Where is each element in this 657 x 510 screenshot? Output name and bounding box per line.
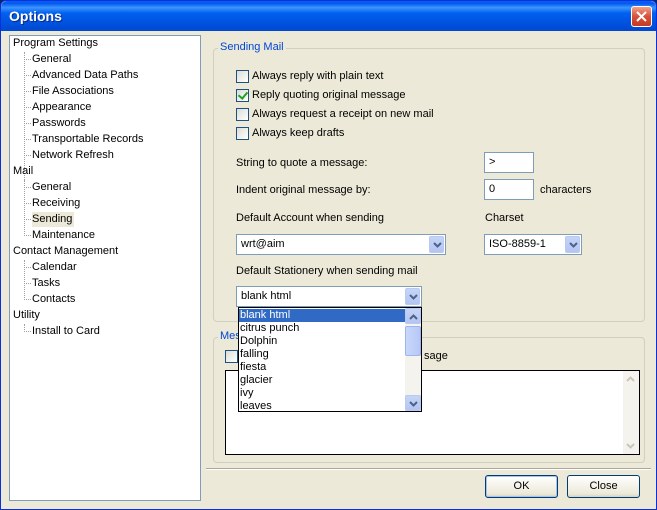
close-button[interactable]: Close — [567, 475, 640, 498]
window-title: Options — [9, 8, 62, 24]
tree-item-program-settings[interactable]: Program Settings — [13, 36, 98, 51]
options-window: Options Program Settings General Advance… — [0, 0, 657, 510]
tree-item-file-associations[interactable]: File Associations — [32, 84, 114, 99]
plain-text-reply-label: Always reply with plain text — [252, 70, 384, 82]
default-account-select[interactable]: wrt@aim — [236, 234, 446, 255]
scroll-up-button[interactable] — [405, 308, 421, 324]
stationery-option[interactable]: blank html — [239, 309, 406, 322]
scroll-down-icon — [626, 443, 635, 449]
default-stationery-dropdown-button[interactable] — [405, 288, 420, 305]
stationery-option[interactable]: citrus punch — [239, 322, 406, 335]
settings-tree[interactable]: Program Settings General Advanced Data P… — [9, 35, 201, 501]
message-scrollbar[interactable] — [623, 371, 639, 454]
tree-item-sending[interactable]: Sending — [32, 212, 75, 227]
tree-item-maintenance[interactable]: Maintenance — [32, 228, 95, 243]
tree-item-general[interactable]: General — [32, 52, 71, 67]
keep-drafts-checkbox[interactable] — [236, 127, 249, 140]
stationery-list-scrollbar[interactable] — [405, 308, 421, 411]
tree-item-network-refresh[interactable]: Network Refresh — [32, 148, 114, 163]
tree-item-install-to-card[interactable]: Install to Card — [32, 324, 100, 339]
scroll-thumb[interactable] — [405, 326, 421, 356]
quote-string-input[interactable]: > — [484, 152, 534, 173]
default-stationery-label: Default Stationery when sending mail — [236, 265, 418, 277]
request-receipt-checkbox[interactable] — [236, 108, 249, 121]
stationery-option[interactable]: ivy — [239, 387, 406, 400]
indent-input[interactable]: 0 — [484, 179, 534, 200]
keep-drafts-label: Always keep drafts — [252, 127, 345, 139]
stationery-option[interactable]: falling — [239, 348, 406, 361]
tree-item-mail-general[interactable]: General — [32, 180, 71, 195]
chevron-down-icon — [433, 242, 442, 248]
tree-item-transportable-records[interactable]: Transportable Records — [32, 132, 143, 147]
default-account-value: wrt@aim — [241, 238, 285, 250]
charset-select[interactable]: ISO-8859-1 — [484, 234, 582, 255]
tree-item-advanced-data-paths[interactable]: Advanced Data Paths — [32, 68, 138, 83]
stationery-option[interactable]: fiesta — [239, 361, 406, 374]
indent-unit-label: characters — [540, 184, 592, 196]
reply-quoting-checkbox[interactable] — [236, 89, 249, 102]
default-account-label: Default Account when sending — [236, 212, 384, 224]
tree-item-tasks[interactable]: Tasks — [32, 276, 60, 291]
default-stationery-select[interactable]: blank html — [236, 286, 422, 307]
button-divider — [206, 468, 651, 470]
ok-button[interactable]: OK — [485, 475, 558, 498]
indent-label: Indent original message by: — [236, 184, 371, 196]
tree-item-passwords[interactable]: Passwords — [32, 116, 86, 131]
tree-item-receiving[interactable]: Receiving — [32, 196, 80, 211]
sending-mail-title: Sending Mail — [218, 41, 286, 53]
title-bar[interactable]: Options — [1, 1, 656, 31]
message-option-label: sage — [424, 350, 448, 362]
reply-quoting-label: Reply quoting original message — [252, 89, 406, 101]
quote-string-label: String to quote a message: — [236, 157, 368, 169]
tree-item-contact-management[interactable]: Contact Management — [13, 244, 118, 259]
chevron-up-icon — [409, 314, 418, 320]
charset-value: ISO-8859-1 — [489, 238, 546, 250]
chevron-down-icon — [409, 294, 418, 300]
tree-item-utility[interactable]: Utility — [13, 308, 40, 323]
scroll-up-icon — [626, 376, 635, 382]
request-receipt-label: Always request a receipt on new mail — [252, 108, 434, 120]
scroll-down-button[interactable] — [405, 395, 421, 411]
default-stationery-value: blank html — [241, 290, 292, 302]
stationery-dropdown-list[interactable]: blank html citrus punch Dolphin falling … — [238, 307, 422, 412]
stationery-option[interactable]: Dolphin — [239, 335, 406, 348]
close-window-button[interactable] — [631, 6, 652, 27]
stationery-option[interactable]: glacier — [239, 374, 406, 387]
tree-item-mail[interactable]: Mail — [13, 164, 33, 179]
tree-item-contacts[interactable]: Contacts — [32, 292, 75, 307]
charset-dropdown-button[interactable] — [565, 236, 580, 253]
close-icon — [636, 11, 647, 22]
chevron-down-icon — [409, 401, 418, 407]
tree-item-calendar[interactable]: Calendar — [32, 260, 77, 275]
stationery-option[interactable]: leaves — [239, 400, 406, 413]
message-option-checkbox[interactable] — [225, 350, 238, 363]
plain-text-reply-checkbox[interactable] — [236, 70, 249, 83]
charset-label: Charset — [485, 212, 524, 224]
default-account-dropdown-button[interactable] — [429, 236, 444, 253]
tree-item-appearance[interactable]: Appearance — [32, 100, 91, 115]
chevron-down-icon — [569, 242, 578, 248]
